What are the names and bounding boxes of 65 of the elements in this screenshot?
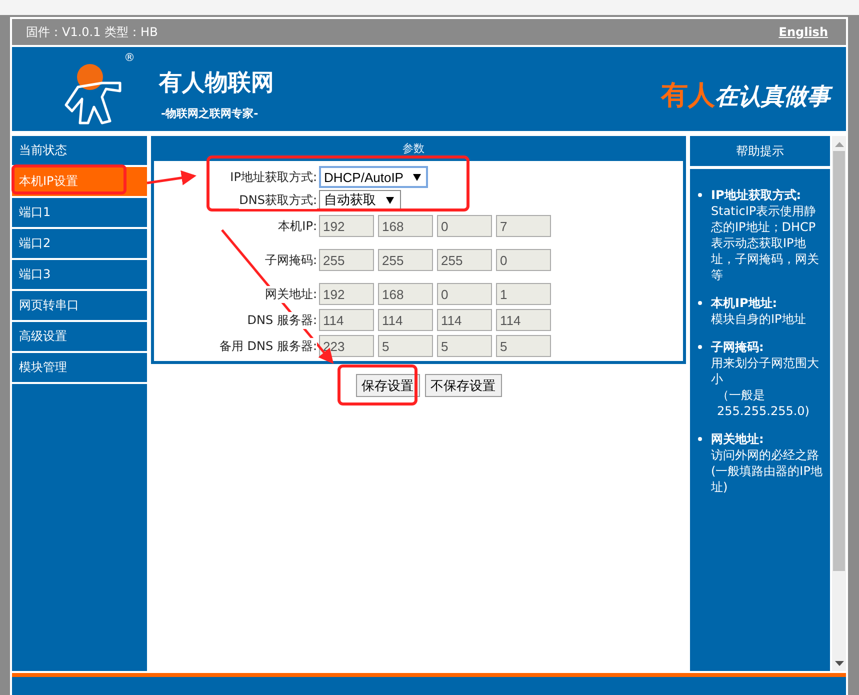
help-description: 模块自身的IP地址 bbox=[711, 311, 806, 327]
field-label: DNS 服务器: bbox=[247, 312, 317, 328]
bullet-icon bbox=[698, 301, 702, 305]
help-description: 用来划分子网范围大小 bbox=[711, 355, 820, 387]
dropdown[interactable]: DHCP/AutoIP bbox=[319, 166, 428, 188]
help-note: （一般是255.255.255.0) bbox=[716, 387, 810, 419]
help-title: 帮助提示 bbox=[736, 142, 784, 160]
field-label: 网关地址: bbox=[264, 286, 317, 302]
scroll-down-icon[interactable] bbox=[834, 661, 844, 666]
sidebar-item[interactable]: 模块管理 bbox=[12, 353, 147, 384]
scrollbar[interactable] bbox=[832, 136, 846, 671]
ip-octet-field[interactable]: 5 bbox=[437, 335, 492, 357]
ip-octet-field[interactable]: 1 bbox=[496, 283, 551, 305]
ip-octet-field[interactable]: 0 bbox=[437, 215, 492, 237]
ip-octet-field[interactable]: 192 bbox=[319, 283, 374, 305]
scrollbar-thumb[interactable] bbox=[833, 151, 845, 571]
ip-octet-field[interactable]: 223 bbox=[319, 335, 374, 357]
scroll-up-icon[interactable] bbox=[834, 142, 844, 147]
panel-title: 参数 bbox=[402, 142, 424, 155]
bullet-icon bbox=[698, 193, 702, 197]
help-term: 子网掩码: bbox=[711, 339, 765, 355]
discard-button[interactable]: 不保存设置 bbox=[424, 374, 502, 397]
ip-octet-field[interactable]: 255 bbox=[378, 249, 433, 271]
help-description: 访问外网的必经之路(一般填路由器的IP地址) bbox=[711, 447, 824, 495]
help-term: 网关地址: bbox=[711, 431, 765, 447]
help-term: IP地址获取方式: bbox=[711, 187, 802, 203]
ip-octet-field[interactable]: 114 bbox=[437, 309, 492, 331]
field-label: 备用 DNS 服务器: bbox=[219, 338, 317, 354]
dropdown[interactable]: 自动获取 bbox=[319, 190, 401, 210]
help-term: 本机IP地址: bbox=[711, 295, 778, 311]
ip-octet-field[interactable]: 5 bbox=[496, 335, 551, 357]
field-label: DNS获取方式: bbox=[239, 192, 317, 208]
ip-octet-field[interactable]: 255 bbox=[319, 249, 374, 271]
ip-octet-field[interactable]: 5 bbox=[378, 335, 433, 357]
ip-octet-field[interactable]: 114 bbox=[378, 309, 433, 331]
registered-mark: ® bbox=[124, 51, 135, 64]
help-description: StaticIP表示使用静态的IP地址；DHCP表示动态获取IP地址，子网掩码，网关等 bbox=[711, 203, 820, 283]
sidebar-item[interactable]: 端口1 bbox=[12, 198, 147, 229]
sidebar-item[interactable]: 网页转串口 bbox=[12, 291, 147, 322]
language-link[interactable]: English bbox=[778, 25, 828, 39]
brand-name: 有人物联网 bbox=[159, 69, 274, 98]
ip-octet-field[interactable]: 168 bbox=[378, 283, 433, 305]
sidebar-item[interactable]: 高级设置 bbox=[12, 322, 147, 353]
brand-subtitle: -物联网之联网专家- bbox=[161, 106, 260, 121]
save-button[interactable]: 保存设置 bbox=[356, 374, 420, 397]
ip-octet-field[interactable]: 0 bbox=[437, 283, 492, 305]
field-label: 本机IP: bbox=[278, 218, 317, 234]
sidebar-item[interactable]: 端口3 bbox=[12, 260, 147, 291]
bullet-icon bbox=[698, 345, 702, 349]
firmware-info: 固件：V1.0.1 类型：HB bbox=[26, 24, 158, 40]
caret-icon bbox=[386, 196, 394, 204]
arrow bbox=[146, 170, 196, 186]
ip-octet-field[interactable]: 114 bbox=[319, 309, 374, 331]
ip-octet-field[interactable]: 0 bbox=[496, 249, 551, 271]
ip-octet-field[interactable]: 168 bbox=[378, 215, 433, 237]
ip-octet-field[interactable]: 7 bbox=[496, 215, 551, 237]
slogan-accent: 有人 bbox=[661, 79, 715, 113]
field-label: 子网掩码: bbox=[264, 252, 317, 268]
ip-octet-field[interactable]: 192 bbox=[319, 215, 374, 237]
ip-octet-field[interactable]: 255 bbox=[437, 249, 492, 271]
sidebar-item[interactable]: 端口2 bbox=[12, 229, 147, 260]
caret-icon bbox=[413, 174, 422, 180]
field-label: IP地址获取方式: bbox=[230, 168, 317, 186]
bullet-icon bbox=[698, 437, 702, 441]
ip-octet-field[interactable]: 114 bbox=[496, 309, 551, 331]
